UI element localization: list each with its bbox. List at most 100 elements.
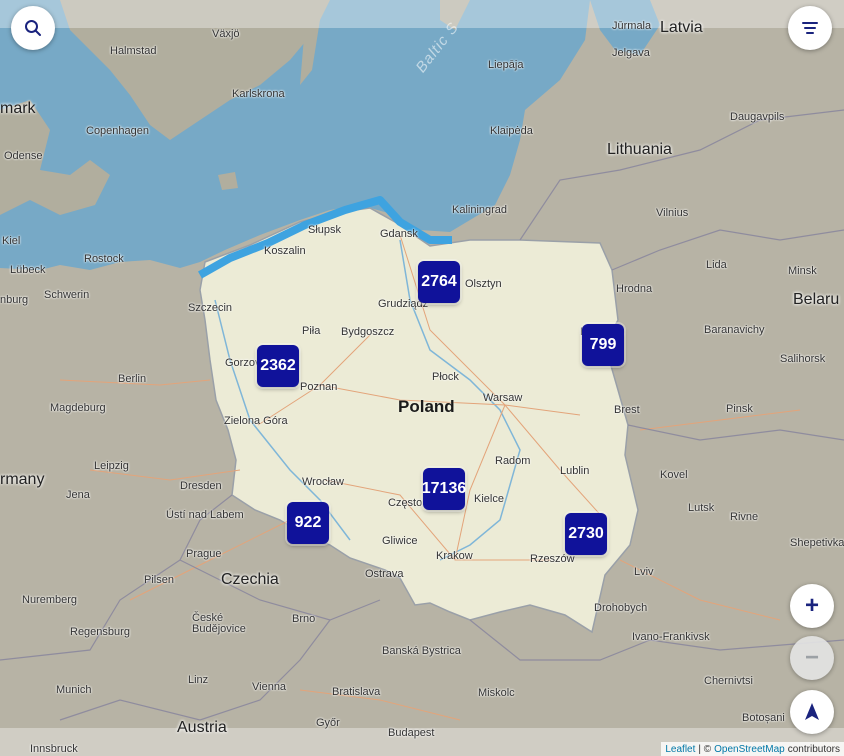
country-label: Austria	[177, 719, 227, 736]
city-label: Vilnius	[656, 207, 689, 219]
city-label: Rzeszów	[530, 553, 575, 565]
city-label: Jelgava	[612, 47, 650, 59]
city-label: Linz	[188, 674, 209, 686]
city-label: Ivano-Frankivsk	[632, 631, 710, 643]
city-label: Lübeck	[10, 264, 46, 276]
city-label: Ostrava	[365, 568, 404, 580]
city-label: Budapest	[388, 727, 435, 739]
city-label: Shepetivka	[790, 537, 844, 549]
cluster-marker-west[interactable]: 2362	[257, 345, 299, 387]
navigation-arrow-icon	[805, 703, 819, 720]
city-label: Brno	[292, 613, 316, 625]
search-icon	[25, 20, 41, 36]
city-label: Lublin	[560, 465, 590, 477]
city-label: Płock	[432, 371, 459, 383]
city-label: Chernivtsi	[704, 675, 753, 687]
city-label: Kielce	[474, 493, 504, 505]
country-label: Latvia	[660, 19, 703, 36]
city-label: Dresden	[180, 480, 222, 492]
city-label: České Budějovice	[192, 612, 246, 635]
city-label: Munich	[56, 684, 92, 696]
city-label: Drohobych	[594, 602, 648, 614]
city-label: Słupsk	[308, 224, 342, 236]
city-label: Halmstad	[110, 45, 157, 57]
city-label: Poznan	[300, 381, 338, 393]
country-label: rmany	[0, 471, 45, 488]
zoom-out-button[interactable]: −	[790, 636, 834, 680]
cluster-marker-east[interactable]: 799	[582, 324, 624, 366]
city-label: Prague	[186, 548, 222, 560]
city-label: Berlin	[118, 373, 147, 385]
city-label: Klaipėda	[490, 125, 533, 137]
city-label: Wrocław	[302, 476, 344, 488]
city-label: Lutsk	[688, 502, 715, 514]
city-label: Jena	[66, 489, 90, 501]
city-label: Vienna	[252, 681, 287, 693]
city-label: Często	[388, 497, 423, 509]
filter-button[interactable]	[788, 6, 832, 50]
city-label: Zielona Góra	[224, 415, 288, 427]
city-label: Piła	[302, 325, 321, 337]
zoom-in-button[interactable]: +	[790, 584, 834, 628]
cluster-marker-central[interactable]: 17136	[422, 468, 466, 510]
city-label: Győr	[316, 717, 340, 729]
city-label: Växjö	[212, 28, 240, 40]
city-label: Lviv	[634, 566, 654, 578]
osm-link[interactable]: OpenStreetMap	[714, 744, 785, 755]
cluster-marker-north[interactable]: 2764	[418, 261, 460, 303]
city-label: Ústí nad Labem	[166, 509, 244, 521]
locate-button[interactable]	[790, 690, 834, 734]
city-label: Liepāja	[488, 59, 524, 71]
city-label: Hrodna	[616, 283, 653, 295]
city-label: Miskolc	[478, 687, 515, 699]
city-label: Bydgoszcz	[341, 326, 395, 338]
city-label: Karlskrona	[232, 88, 285, 100]
cluster-marker-southwest[interactable]: 922	[287, 502, 329, 544]
city-label: Olsztyn	[465, 278, 502, 290]
city-label: Brest	[614, 404, 640, 416]
country-label: mark	[0, 100, 36, 117]
city-label: Nuremberg	[22, 594, 78, 606]
search-button[interactable]	[11, 6, 55, 50]
city-label: Szczecin	[188, 302, 233, 314]
city-label: Innsbruck	[30, 743, 78, 755]
city-label: Gdansk	[380, 228, 418, 240]
filter-lines-icon	[802, 22, 818, 34]
city-label: Schwerin	[44, 289, 90, 301]
leaflet-link[interactable]: Leaflet	[665, 744, 695, 755]
city-label: nburg	[0, 294, 29, 306]
city-label: Daugavpils	[730, 111, 785, 123]
city-label: Salihorsk	[780, 353, 826, 365]
city-label: Magdeburg	[50, 402, 106, 414]
top-fade	[0, 0, 844, 28]
city-label: Warsaw	[483, 392, 523, 404]
city-label: Baranavichy	[704, 324, 765, 336]
city-label: Radom	[495, 455, 531, 467]
city-label: Odense	[4, 150, 43, 162]
city-label: Rostock	[84, 253, 124, 265]
map-attribution: Leaflet | © OpenStreetMap contributors	[661, 742, 844, 756]
city-label: Kovel	[660, 469, 688, 481]
city-label: Krakow	[436, 550, 473, 562]
city-label: Jūrmala	[612, 20, 652, 32]
city-label: Rivne	[730, 511, 759, 523]
cluster-marker-southeast[interactable]: 2730	[565, 513, 607, 555]
city-label: Banská Bystrica	[382, 645, 461, 657]
city-label: Lida	[706, 259, 727, 271]
country-label: Czechia	[221, 571, 279, 588]
city-label: Pinsk	[726, 403, 753, 415]
city-label: Koszalin	[264, 245, 306, 257]
city-label: Leipzig	[94, 460, 129, 472]
city-label: Kaliningrad	[452, 204, 508, 216]
country-label: Poland	[398, 397, 455, 416]
attribution-separator: | ©	[698, 743, 712, 755]
city-label: Botoșani	[742, 712, 785, 724]
city-label: Regensburg	[70, 626, 130, 638]
city-label: Pilsen	[144, 574, 174, 586]
zoom-in-label: +	[804, 592, 819, 619]
city-label: Gliwice	[382, 535, 418, 547]
zoom-out-label: −	[804, 644, 819, 671]
city-label: Gorzov	[225, 357, 261, 369]
city-label: Copenhagen	[86, 125, 150, 137]
country-label: Lithuania	[607, 141, 672, 158]
